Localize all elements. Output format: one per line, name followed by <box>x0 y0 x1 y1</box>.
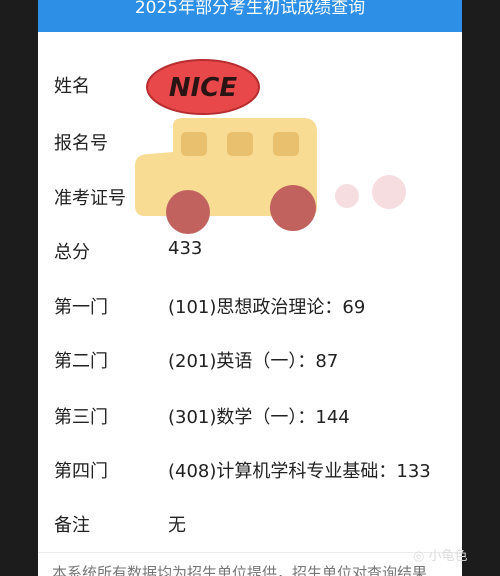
subject-3-value: (301)数学（一）：144 <box>168 407 350 428</box>
watermark-text: 小龟色 <box>428 549 468 564</box>
registration-number-label: 报名号 <box>54 133 108 154</box>
nice-sticker: NICE <box>146 59 260 115</box>
watermark: ◎ 小龟色 <box>413 545 468 564</box>
exhaust-puff-icon <box>372 175 406 209</box>
bus-window-icon <box>181 132 207 156</box>
total-score-value: 433 <box>168 238 203 259</box>
disclaimer-text: 本系统所有数据均为招生单位提供，招生单位对查询结果 <box>52 564 428 576</box>
subject-4-value: (408)计算机学科专业基础：133 <box>168 461 431 482</box>
bus-sticker <box>135 118 406 234</box>
bus-wheel-icon <box>270 185 316 231</box>
footer-divider <box>38 552 462 553</box>
remarks-value: 无 <box>168 515 186 536</box>
page-header: 2025年部分考生初试成绩查询 <box>38 0 462 32</box>
subject-1-label: 第一门 <box>54 297 108 318</box>
watermark-logo-icon: ◎ <box>413 549 425 564</box>
admission-ticket-label: 准考证号 <box>54 188 126 209</box>
remarks-label: 备注 <box>54 515 90 536</box>
bus-wheel-icon <box>166 190 210 234</box>
subject-3-label: 第三门 <box>54 407 108 428</box>
name-label: 姓名 <box>54 76 90 97</box>
subject-2-value: (201)英语（一）：87 <box>168 351 339 372</box>
subject-4-label: 第四门 <box>54 461 108 482</box>
nice-sticker-text: NICE <box>169 73 238 103</box>
bus-window-icon <box>273 132 299 156</box>
bus-window-icon <box>227 132 253 156</box>
exhaust-puff-icon <box>335 184 359 208</box>
page-title: 2025年部分考生初试成绩查询 <box>134 0 366 18</box>
subject-1-value: (101)思想政治理论：69 <box>168 297 366 318</box>
total-score-label: 总分 <box>54 242 90 263</box>
subject-2-label: 第二门 <box>54 351 108 372</box>
